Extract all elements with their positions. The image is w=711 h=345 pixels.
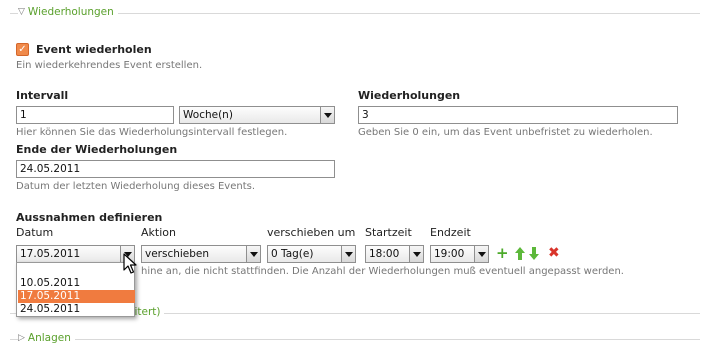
interval-hint: Hier können Sie das Wiederholungsinterva… <box>16 127 288 138</box>
repetitions-input[interactable]: 3 <box>358 106 678 124</box>
interval-input[interactable]: 1 <box>16 106 174 124</box>
exception-action-select[interactable]: verschieben <box>141 245 261 263</box>
date-option[interactable]: 24.05.2011 <box>18 303 135 316</box>
exceptions-hint: hine an, die nicht stattfinden. Die Anza… <box>141 266 624 277</box>
arrow-up-icon[interactable] <box>515 247 525 263</box>
end-date-hint: Datum der letzten Wiederholung dieses Ev… <box>16 181 256 192</box>
chevron-down-icon <box>320 107 334 123</box>
exception-shift-value: 0 Tag(e) <box>271 248 314 260</box>
col-header-date: Datum <box>16 226 54 239</box>
delete-icon[interactable]: ✖ <box>548 246 560 260</box>
chevron-down-icon <box>341 246 355 262</box>
repetitions-label: Wiederholungen <box>358 89 461 102</box>
exception-date-value: 17.05.2011 <box>20 248 81 260</box>
col-header-shift: verschieben um <box>267 226 356 239</box>
exception-shift-select[interactable]: 0 Tag(e) <box>267 245 356 263</box>
triangle-right-icon: ▷ <box>18 333 25 343</box>
date-option[interactable]: 10.05.2011 <box>18 277 135 290</box>
section-divider-bottom <box>10 339 700 340</box>
exception-end-select[interactable]: 19:00 <box>430 245 489 263</box>
exception-action-value: verschieben <box>145 248 210 260</box>
event-repeat-checkbox[interactable]: ✓ <box>16 43 29 56</box>
mouse-cursor-icon <box>123 253 137 278</box>
event-repeat-label: Event wiederholen <box>36 43 152 56</box>
arrow-down-icon[interactable] <box>529 247 539 263</box>
exceptions-title: Aussnahmen definieren <box>16 211 163 224</box>
date-option[interactable] <box>18 264 135 277</box>
chevron-down-icon <box>409 246 423 262</box>
section-title-repeats: Wiederholungen <box>27 6 114 18</box>
section-title-attachments: Anlagen <box>27 332 71 344</box>
date-dropdown-list[interactable]: 10.05.2011 17.05.2011 24.05.2011 <box>16 262 135 317</box>
end-date-label: Ende der Wiederholungen <box>16 143 178 156</box>
repetitions-hint: Geben Sie 0 ein, um das Event unbefriste… <box>358 127 653 138</box>
section-toggle-attachments[interactable]: ▷ Anlagen <box>18 332 75 344</box>
col-header-end: Endzeit <box>430 226 471 239</box>
date-option-selected[interactable]: 17.05.2011 <box>18 290 135 303</box>
exception-start-value: 18:00 <box>369 248 400 260</box>
interval-unit-value: Woche(n) <box>183 109 233 121</box>
exception-start-select[interactable]: 18:00 <box>365 245 424 263</box>
event-repeat-hint: Ein wiederkehrendes Event erstellen. <box>16 60 203 71</box>
triangle-down-icon: ▽ <box>18 7 25 17</box>
end-date-input[interactable]: 24.05.2011 <box>16 160 335 178</box>
col-header-start: Startzeit <box>365 226 412 239</box>
interval-unit-select[interactable]: Woche(n) <box>179 106 335 124</box>
exception-end-value: 19:00 <box>434 248 465 260</box>
exception-date-select[interactable]: 17.05.2011 <box>16 245 135 263</box>
chevron-down-icon <box>474 246 488 262</box>
section-toggle-repeats[interactable]: ▽ Wiederholungen <box>18 6 118 18</box>
chevron-down-icon <box>246 246 260 262</box>
plus-icon[interactable]: + <box>496 246 509 261</box>
col-header-action: Aktion <box>141 226 176 239</box>
interval-label: Intervall <box>16 89 69 102</box>
